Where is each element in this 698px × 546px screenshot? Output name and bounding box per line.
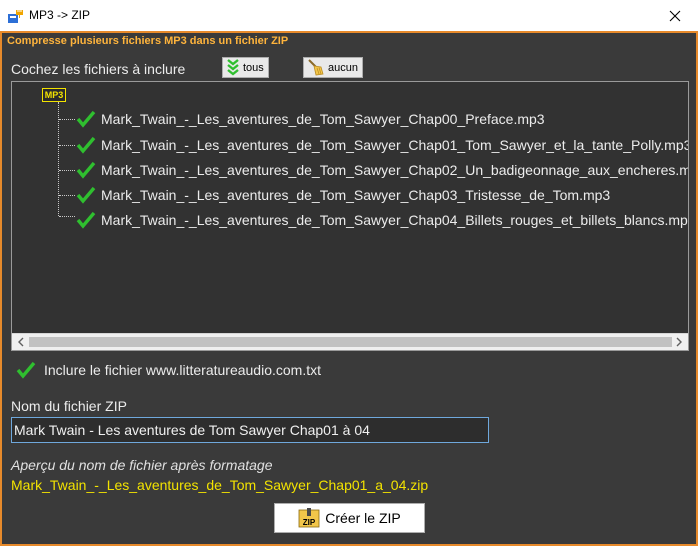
green-check-icon[interactable]	[76, 136, 96, 154]
green-chevrons-down-icon	[227, 59, 239, 76]
preview-filename: Mark_Twain_-_Les_aventures_de_Tom_Sawyer…	[11, 477, 429, 493]
window-title: MP3 -> ZIP	[29, 8, 91, 22]
zip-file-icon: ZIP	[298, 508, 320, 528]
select-none-label: aucun	[328, 61, 358, 74]
select-none-button[interactable]: aucun	[303, 57, 363, 78]
tree-item[interactable]: Mark_Twain_-_Les_aventures_de_Tom_Sawyer…	[76, 135, 689, 155]
create-zip-label: Créer le ZIP	[325, 510, 401, 526]
scrollbar-thumb[interactable]	[29, 337, 672, 347]
green-check-icon[interactable]	[76, 110, 96, 128]
tree-branch	[59, 170, 75, 171]
tree-branch	[59, 216, 75, 217]
select-all-button[interactable]: tous	[222, 57, 269, 78]
tree-item-label: Mark_Twain_-_Les_aventures_de_Tom_Sawyer…	[101, 137, 689, 153]
tree-item[interactable]: Mark_Twain_-_Les_aventures_de_Tom_Sawyer…	[76, 185, 610, 205]
close-icon	[669, 10, 681, 21]
preview-label: Aperçu du nom de fichier après formatage	[11, 457, 273, 473]
green-check-icon[interactable]	[76, 211, 96, 229]
tree-root-label: MP3	[44, 90, 64, 100]
include-txt-label: Inclure le fichier www.litteratureaudio.…	[44, 362, 321, 378]
create-zip-button[interactable]: ZIP Créer le ZIP	[274, 503, 425, 533]
tree-item-label: Mark_Twain_-_Les_aventures_de_Tom_Sawyer…	[101, 212, 688, 228]
window-title-bar[interactable]: MP3 -> ZIP	[0, 0, 698, 31]
tree-item[interactable]: Mark_Twain_-_Les_aventures_de_Tom_Sawyer…	[76, 109, 545, 129]
main-panel: Compresse plusieurs fichiers MP3 dans un…	[0, 31, 698, 546]
panel-header: Compresse plusieurs fichiers MP3 dans un…	[7, 35, 289, 47]
tree-item-label: Mark_Twain_-_Les_aventures_de_Tom_Sawyer…	[101, 162, 689, 178]
tree-branch	[59, 119, 75, 120]
select-all-label: tous	[243, 61, 264, 74]
horizontal-scrollbar[interactable]	[12, 333, 688, 350]
zip-name-label: Nom du fichier ZIP	[11, 398, 127, 414]
broom-icon	[308, 59, 324, 76]
tree-item[interactable]: Mark_Twain_-_Les_aventures_de_Tom_Sawyer…	[76, 160, 689, 180]
zip-icon-text: ZIP	[303, 518, 316, 527]
tree-branch	[59, 195, 75, 196]
tree-item-label: Mark_Twain_-_Les_aventures_de_Tom_Sawyer…	[101, 111, 545, 127]
green-check-icon[interactable]	[76, 186, 96, 204]
mp3-zip-app-icon	[8, 10, 23, 23]
scroll-right-icon[interactable]	[674, 337, 684, 347]
close-button[interactable]	[652, 0, 698, 31]
zip-name-input[interactable]	[11, 417, 489, 443]
tree-branch	[59, 145, 75, 146]
tree-root-mp3[interactable]: MP3	[42, 88, 66, 102]
green-check-icon[interactable]	[16, 361, 36, 379]
include-txt-checkbox[interactable]: Inclure le fichier www.litteratureaudio.…	[16, 361, 321, 379]
scroll-left-icon[interactable]	[16, 337, 26, 347]
tree-item-label: Mark_Twain_-_Les_aventures_de_Tom_Sawyer…	[101, 187, 611, 203]
file-tree[interactable]: MP3 Mark_Twain_-_Les_aventures_de_Tom_Sa…	[11, 81, 689, 351]
tree-item[interactable]: Mark_Twain_-_Les_aventures_de_Tom_Sawyer…	[76, 210, 688, 230]
green-check-icon[interactable]	[76, 161, 96, 179]
check-files-label: Cochez les fichiers à inclure	[11, 61, 186, 77]
